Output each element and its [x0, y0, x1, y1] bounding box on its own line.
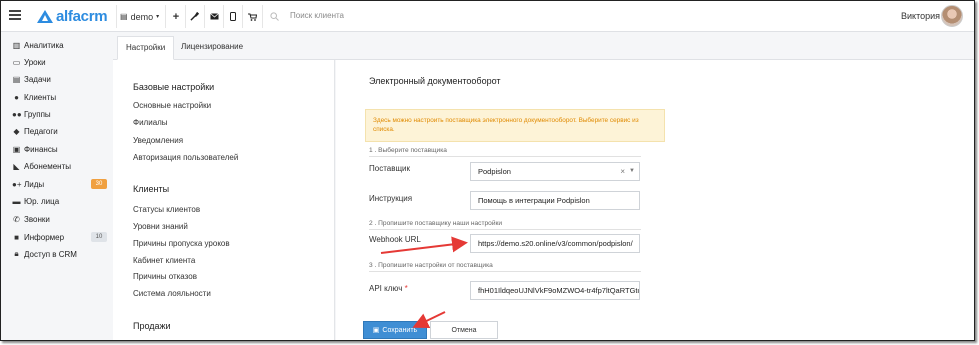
sidebar-item-informer[interactable]: ■ Информер — [12, 230, 64, 244]
app-window: alfacrm ▤ demo ▾ + Поиск клиента Виктори… — [0, 0, 975, 341]
menu-link-branches[interactable]: Филиалы — [133, 118, 168, 127]
provider-value: Podpislon — [478, 167, 511, 176]
lead-icon: ●+ — [12, 179, 22, 189]
instruction-label: Инструкция — [369, 194, 413, 203]
section-title-basic: Базовые настройки — [133, 82, 215, 92]
menu-link-refusal-reasons[interactable]: Причины отказов — [133, 272, 197, 281]
cancel-button[interactable]: Отмена — [430, 321, 498, 339]
api-key-label: API ключ * — [369, 284, 408, 293]
sidebar-item-label: Финансы — [24, 144, 58, 154]
informer-count-badge: 10 — [91, 232, 107, 242]
webhook-label: Webhook URL — [369, 235, 421, 244]
sidebar-item-teachers[interactable]: ◆ Педагоги — [12, 124, 58, 138]
sidebar-item-leads[interactable]: ●+ Лиды — [12, 177, 44, 191]
section-title-sales: Продажи — [133, 321, 171, 331]
sidebar-item-analytics[interactable]: ▥ Аналитика — [12, 38, 64, 52]
edo-settings-form: Электронный документооборот Здесь можно … — [336, 60, 974, 340]
chevron-down-icon: ▾ — [156, 14, 160, 20]
sidebar-item-crm-access[interactable]: 🔒︎ Доступ в CRM — [12, 247, 77, 261]
menu-icon[interactable] — [9, 10, 21, 20]
branch-icon: ▤ — [120, 12, 128, 21]
informer-icon: ■ — [14, 232, 19, 242]
sidebar-item-finance[interactable]: ▣ Финансы — [12, 142, 58, 156]
step-1-heading: 1 . Выберите поставщика — [369, 147, 641, 157]
sidebar-item-label: Задачи — [24, 74, 51, 84]
logo-icon — [37, 10, 53, 23]
clear-icon[interactable]: × — [620, 163, 625, 180]
tab-licensing[interactable]: Лицензирование — [173, 36, 251, 60]
tab-bar: Настройки Лицензирование — [113, 32, 974, 60]
sidebar-item-label: Лиды — [24, 179, 45, 189]
phone-icon: ✆ — [13, 214, 20, 224]
leads-count-badge: 30 — [91, 179, 107, 189]
api-key-field[interactable]: fhH01IldqeoUJNlVkF9oMZWO4-tr4fp7ltQaRTGt… — [470, 281, 640, 300]
sidebar-item-label: Клиенты — [24, 92, 57, 102]
sidebar-item-label: Группы — [24, 109, 51, 119]
menu-link-absence-reasons[interactable]: Причины пропуска уроков — [133, 239, 230, 248]
search-icon[interactable] — [269, 9, 279, 24]
sidebar-item-clients[interactable]: ● Клиенты — [12, 90, 56, 104]
tag-icon: ◣ — [13, 161, 20, 171]
wrench-icon[interactable] — [189, 9, 199, 24]
chevron-down-icon[interactable]: ▼ — [629, 163, 635, 180]
instruction-link[interactable]: Помощь в интеграции Podpislon — [470, 191, 640, 210]
mail-icon[interactable] — [209, 9, 219, 24]
top-bar: alfacrm ▤ demo ▾ + Поиск клиента Виктори… — [1, 1, 974, 32]
step-3-heading: 3 . Пропишите настройки от поставщика — [369, 262, 641, 272]
menu-link-knowledge-levels[interactable]: Уровни знаний — [133, 222, 188, 231]
required-marker: * — [404, 284, 408, 293]
menu-link-main-settings[interactable]: Основные настройки — [133, 101, 211, 110]
menu-link-user-auth[interactable]: Авторизация пользователей — [133, 153, 238, 162]
logo[interactable]: alfacrm — [37, 8, 108, 25]
avatar[interactable] — [941, 5, 963, 27]
sidebar-item-label: Информер — [24, 232, 65, 242]
section-title-clients: Клиенты — [133, 184, 170, 194]
user-name[interactable]: Виктория — [901, 11, 940, 21]
menu-link-client-cabinet[interactable]: Кабинет клиента — [133, 256, 195, 265]
cart-icon[interactable] — [247, 9, 257, 24]
sidebar-item-legal-entities[interactable]: ▬ Юр. лица — [12, 194, 60, 208]
money-icon: ▣ — [12, 144, 21, 154]
group-icon: ●● — [12, 109, 22, 119]
tab-settings[interactable]: Настройки — [117, 36, 175, 60]
sidebar-item-groups[interactable]: ●● Группы — [12, 107, 51, 121]
calendar-icon: ▭ — [12, 57, 21, 67]
phone-icon[interactable] — [228, 9, 238, 24]
provider-label: Поставщик — [369, 164, 411, 173]
menu-link-client-statuses[interactable]: Статусы клиентов — [133, 205, 200, 214]
logo-text: alfacrm — [56, 8, 108, 25]
menu-link-loyalty[interactable]: Система лояльности — [133, 289, 211, 298]
sidebar-item-label: Педагоги — [24, 126, 58, 136]
info-notice: Здесь можно настроить поставщика электро… — [365, 109, 665, 142]
sidebar-item-calls[interactable]: ✆ Звонки — [12, 212, 50, 226]
step-2-heading: 2 . Пропишите поставщику наши настройки — [369, 220, 641, 230]
form-title: Электронный документооборот — [369, 76, 501, 86]
analytics-icon: ▥ — [12, 40, 21, 50]
plus-icon[interactable]: + — [171, 9, 181, 24]
save-button[interactable]: ▣ Сохранить — [363, 321, 427, 339]
save-icon: ▣ — [372, 327, 380, 334]
search-input[interactable]: Поиск клиента — [290, 11, 344, 20]
sidebar-item-label: Абонементы — [24, 161, 72, 171]
provider-select[interactable]: Podpislon × ▼ — [470, 162, 640, 181]
sidebar: ▥ Аналитика ▭ Уроки ▤ Задачи ● Клиенты ●● Гру… — [1, 32, 113, 340]
sidebar-item-label: Юр. лица — [24, 196, 60, 206]
settings-menu: Базовые настройки Основные настройки Фил… — [113, 60, 335, 340]
branch-label: demo — [130, 11, 154, 22]
sidebar-item-label: Аналитика — [24, 40, 64, 50]
sidebar-item-label: Доступ в CRM — [24, 249, 77, 259]
sidebar-item-tasks[interactable]: ▤ Задачи — [12, 72, 51, 86]
tasks-icon: ▤ — [12, 74, 21, 84]
menu-link-notifications[interactable]: Уведомления — [133, 136, 183, 145]
sidebar-item-lessons[interactable]: ▭ Уроки — [12, 55, 46, 69]
lock-icon: 🔒︎ — [14, 249, 19, 258]
briefcase-icon: ▬ — [12, 196, 21, 206]
user-icon: ● — [14, 92, 19, 102]
graduation-cap-icon: ◆ — [13, 126, 20, 136]
webhook-url-field[interactable]: https://demo.s20.online/v3/common/podpis… — [470, 234, 640, 253]
sidebar-item-label: Звонки — [24, 214, 50, 224]
sidebar-item-subscriptions[interactable]: ◣ Абонементы — [12, 159, 71, 173]
sidebar-item-label: Уроки — [24, 57, 46, 67]
branch-selector[interactable]: ▤ demo ▾ — [120, 9, 159, 24]
